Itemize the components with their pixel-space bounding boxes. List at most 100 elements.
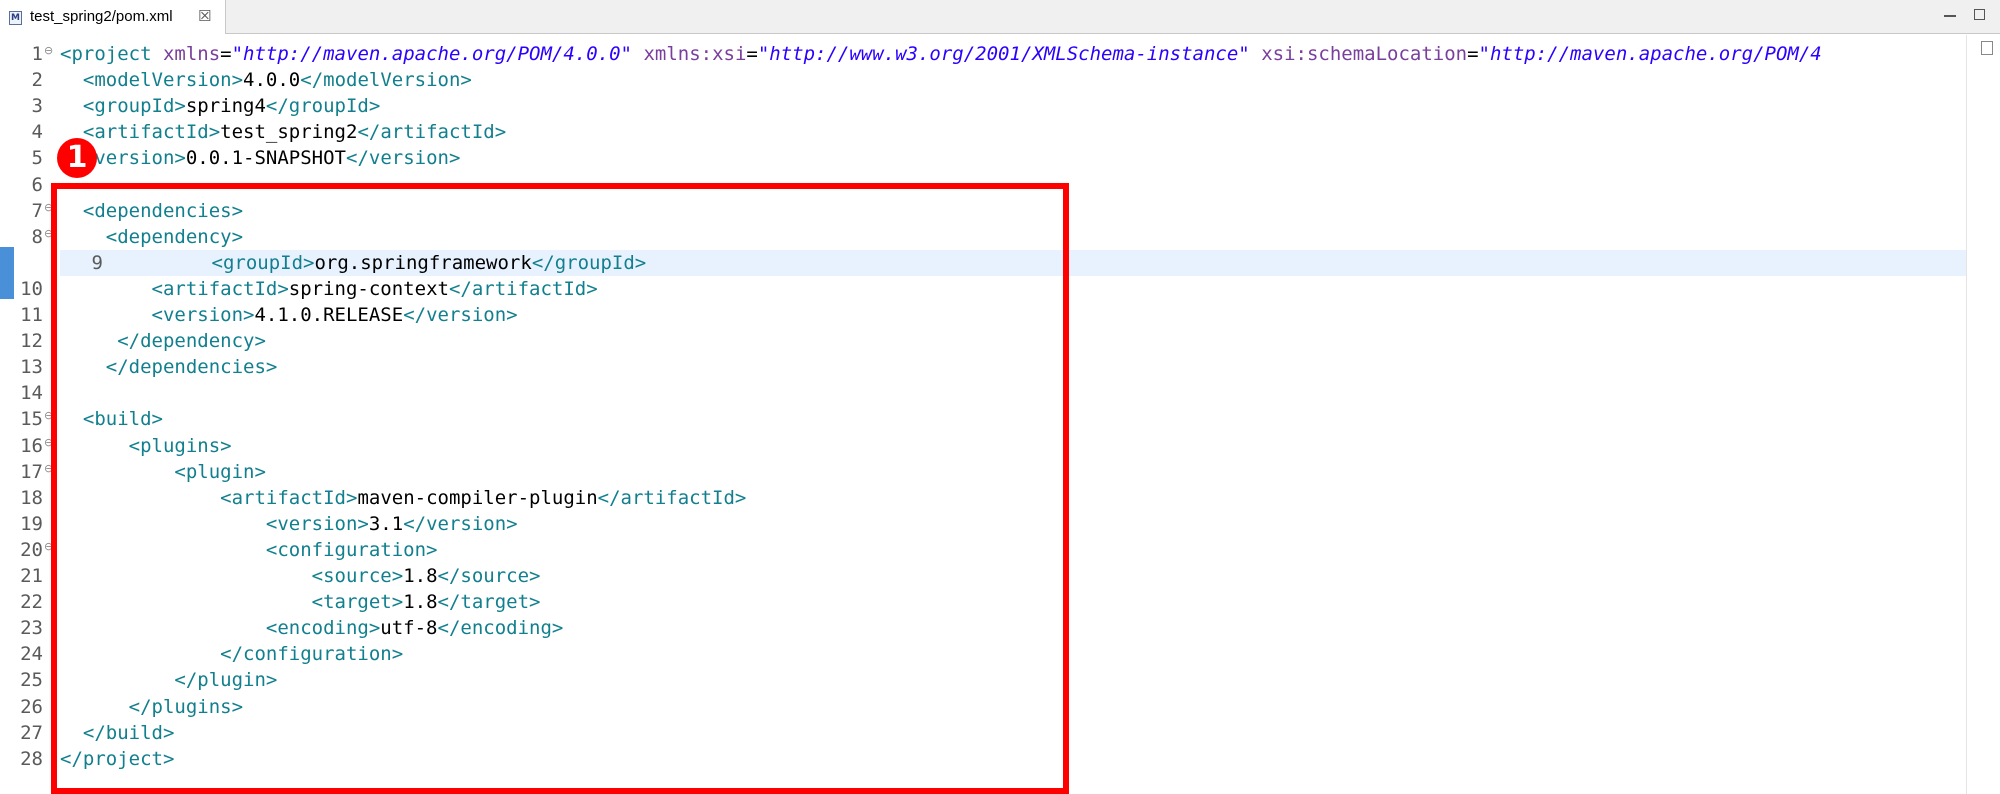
code-line[interactable]: 22 <target>1.8</target> (0, 589, 1966, 615)
code-line[interactable]: 24 </configuration> (0, 641, 1966, 667)
minimize-icon[interactable] (1944, 6, 1956, 17)
line-number: 20 (20, 538, 43, 561)
callout-badge: 1 (57, 138, 97, 178)
code-line[interactable]: 10 <artifactId>spring-context</artifactI… (0, 276, 1966, 302)
code-line[interactable]: 28 </project> (0, 746, 1966, 772)
code-line[interactable]: 23 <encoding>utf-8</encoding> (0, 615, 1966, 641)
code-token: </source> (437, 565, 541, 587)
close-icon[interactable]: ☒ (198, 7, 211, 25)
code-line[interactable]: 20 ⊖ <configuration> (0, 537, 1966, 563)
editor-tab-bar: M test_spring2/pom.xml ☒ (0, 0, 2000, 34)
code-token: 0.0.1-SNAPSHOT (185, 147, 346, 170)
fold-toggle-icon[interactable]: ⊖ (44, 462, 53, 475)
code-token: <groupId> (211, 251, 315, 274)
code-line[interactable]: 4 <artifactId>test_spring2</artifactId> (0, 119, 1966, 145)
code-text: </plugins> (60, 694, 243, 720)
code-text: <version>4.1.0.RELEASE</version> (60, 302, 518, 328)
code-text: </dependency> (60, 328, 266, 354)
code-token: <build> (82, 408, 163, 431)
code-token: <artifactId> (82, 121, 221, 144)
code-text: <modelVersion>4.0.0</modelVersion> (60, 67, 472, 93)
code-line[interactable]: 1 ⊖ <project xmlns="http://maven.apache.or… (0, 41, 1966, 67)
code-line[interactable]: 12 </dependency> (0, 328, 1966, 354)
code-text: </dependencies> (60, 354, 278, 380)
tab-pom-xml[interactable]: M test_spring2/pom.xml ☒ (0, 0, 226, 34)
line-number: 12 (20, 330, 43, 353)
code-token: <version> (82, 147, 186, 170)
code-token: <plugin> (174, 460, 266, 483)
code-line[interactable]: 9 <groupId>org.springframework</groupId> (60, 249, 1966, 276)
code-token: </version> (403, 512, 518, 535)
code-line[interactable]: 14 (0, 380, 1966, 406)
code-line[interactable]: 25 </plugin> (0, 667, 1966, 693)
code-token: <artifactId> (151, 277, 289, 300)
code-line[interactable]: 5 <version>0.0.1-SNAPSHOT</version> (0, 145, 1966, 171)
code-text: <target>1.8</target> (60, 589, 541, 615)
code-line[interactable]: 21 <source>1.8</source> (0, 563, 1966, 589)
code-line[interactable]: 17 ⊖ <plugin> (0, 459, 1966, 485)
fold-toggle-icon[interactable]: ⊖ (44, 201, 53, 214)
code-line[interactable]: 2 <modelVersion>4.0.0</modelVersion> (0, 67, 1966, 93)
code-text: </project> (60, 746, 174, 772)
code-line[interactable]: 27 </build> (0, 720, 1966, 746)
code-text: <source>1.8</source> (60, 563, 541, 589)
code-line[interactable]: 26 </plugins> (0, 694, 1966, 720)
code-editor[interactable]: 1 ⊖ <project xmlns="http://maven.apache.or… (0, 35, 2000, 794)
code-token: <modelVersion> (82, 69, 244, 92)
code-token: maven-compiler-plugin (357, 486, 598, 509)
code-text: </plugin> (60, 667, 277, 693)
line-number: 8 (31, 225, 43, 248)
fold-toggle-icon[interactable]: ⊖ (44, 436, 53, 449)
line-number: 16 (20, 434, 43, 457)
fold-toggle-icon[interactable]: ⊖ (44, 44, 53, 57)
fold-toggle-icon[interactable]: ⊖ (44, 227, 53, 240)
line-number: 21 (20, 565, 43, 587)
code-token: <configuration> (265, 538, 438, 561)
code-text: <encoding>utf-8</encoding> (60, 615, 563, 641)
code-text: <artifactId>maven-compiler-plugin</artif… (60, 485, 746, 511)
line-number: 1 (31, 43, 43, 65)
code-line[interactable]: 8 ⊖ <dependency> (0, 224, 1966, 250)
code-line[interactable]: 16 ⊖ <plugins> (0, 433, 1966, 459)
code-token: </plugin> (174, 669, 278, 692)
code-line[interactable]: 15 ⊖ <build> (0, 406, 1966, 432)
code-line[interactable]: 18 <artifactId>maven-compiler-plugin</ar… (0, 485, 1966, 511)
overview-marker-icon (1981, 41, 1993, 55)
fold-toggle-icon[interactable]: ⊖ (44, 409, 53, 422)
code-token: </artifactId> (357, 121, 507, 144)
code-token: <version> (151, 304, 255, 326)
line-number: 6 (31, 173, 43, 196)
code-token: </plugins> (128, 695, 244, 718)
line-number: 5 (31, 147, 43, 170)
code-text: <dependencies> (60, 198, 243, 224)
code-line[interactable]: 6 (0, 172, 1966, 198)
code-line[interactable]: 19 <version>3.1</version> (0, 511, 1966, 537)
code-token: <artifactId> (220, 486, 358, 509)
code-text: <groupId>spring4</groupId> (60, 93, 380, 119)
code-token: </project> (60, 747, 175, 770)
code-line[interactable]: 3 <groupId>spring4</groupId> (0, 93, 1966, 119)
maximize-icon[interactable] (1974, 9, 1985, 20)
code-line[interactable]: 11 <version>4.1.0.RELEASE</version> (0, 302, 1966, 328)
code-text: <version>3.1</version> (60, 511, 518, 537)
fold-toggle-icon[interactable]: ⊖ (44, 540, 53, 553)
line-number: 11 (20, 304, 43, 326)
line-number: 26 (20, 695, 43, 718)
code-line[interactable]: 13 </dependencies> (0, 354, 1966, 380)
code-token: </artifactId> (597, 486, 747, 509)
overview-ruler[interactable] (1966, 35, 2000, 794)
code-line[interactable]: 7 ⊖ <dependencies> (0, 198, 1966, 224)
line-number: 28 (20, 747, 43, 770)
code-token: spring-context (288, 277, 449, 300)
code-text: </build> (60, 720, 175, 746)
line-number: 14 (20, 382, 43, 405)
code-text: <groupId>org.springframework</groupId> (120, 250, 647, 276)
